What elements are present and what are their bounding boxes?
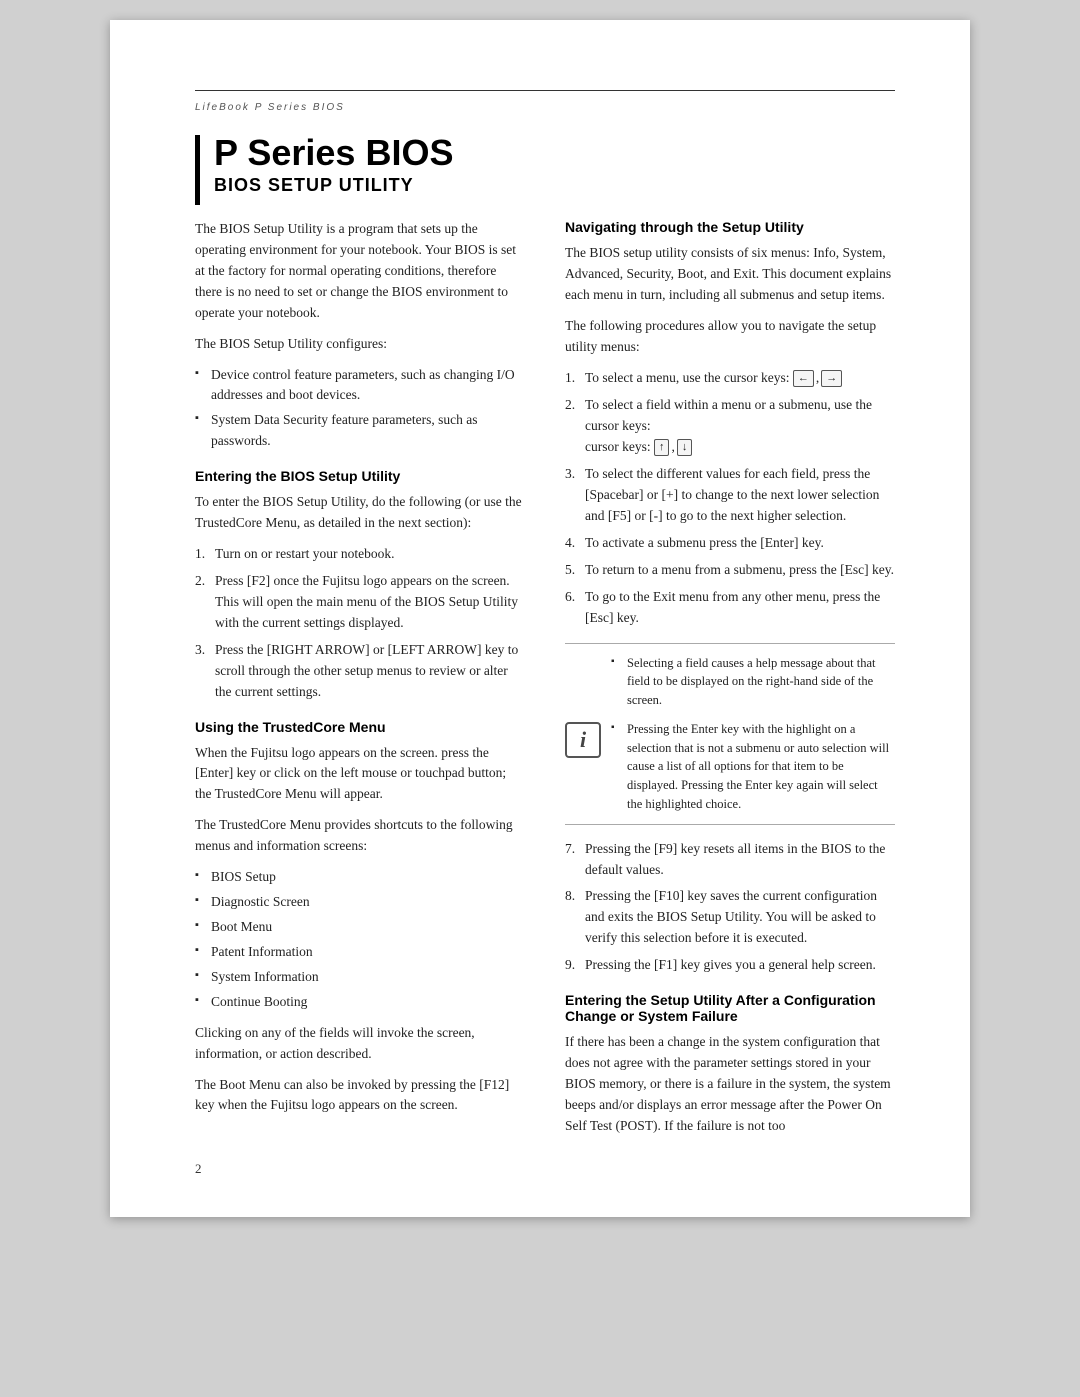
title-block: P Series BIOS BIOS SETUP UTILITY (214, 133, 453, 196)
navigating-steps: To select a menu, use the cursor keys: ←… (565, 368, 895, 629)
nav-step-3: To select the different values for each … (565, 464, 895, 527)
info-note-2: Pressing the Enter key with the highligh… (611, 720, 895, 814)
entering-bios-p1: To enter the BIOS Setup Utility, do the … (195, 492, 525, 534)
entering-bios-step-2: Press [F2] once the Fujitsu logo appears… (195, 571, 525, 634)
trustedcore-bullet-1: BIOS Setup (195, 867, 525, 888)
up-arrow-key: ↑ (654, 439, 670, 456)
nav-step-4: To activate a submenu press the [Enter] … (565, 533, 895, 554)
cursor-keys-up-down: ↑, ↓ (654, 437, 692, 458)
left-column: The BIOS Setup Utility is a program that… (195, 219, 525, 1147)
info-row-1: Selecting a field causes a help message … (565, 654, 895, 710)
entering-bios-steps: Turn on or restart your notebook. Press … (195, 544, 525, 702)
title-section: P Series BIOS BIOS SETUP UTILITY (195, 133, 895, 205)
trustedcore-p4: The Boot Menu can also be invoked by pre… (195, 1075, 525, 1117)
trustedcore-p3: Clicking on any of the fields will invok… (195, 1023, 525, 1065)
right-arrow-key: → (821, 370, 842, 387)
page-header: LifeBook P Series BIOS (195, 90, 895, 115)
entering-setup-p1: If there has been a change in the system… (565, 1032, 895, 1137)
navigating-p1: The BIOS setup utility consists of six m… (565, 243, 895, 306)
navigating-steps-continued: Pressing the [F9] key resets all items i… (565, 839, 895, 977)
entering-bios-step-3: Press the [RIGHT ARROW] or [LEFT ARROW] … (195, 640, 525, 703)
info-row-2: i Pressing the Enter key with the highli… (565, 720, 895, 814)
intro-bullet-1: Device control feature parameters, such … (195, 365, 525, 407)
nav-step-1: To select a menu, use the cursor keys: ←… (565, 368, 895, 389)
trustedcore-heading: Using the TrustedCore Menu (195, 719, 525, 735)
nav-step-7: Pressing the [F9] key resets all items i… (565, 839, 895, 881)
intro-p1: The BIOS Setup Utility is a program that… (195, 219, 525, 324)
trustedcore-bullet-6: Continue Booting (195, 992, 525, 1013)
navigating-p2: The following procedures allow you to na… (565, 316, 895, 358)
info-i-icon: i (565, 722, 601, 758)
sub-title: BIOS SETUP UTILITY (214, 175, 453, 196)
two-column-layout: The BIOS Setup Utility is a program that… (195, 219, 895, 1147)
info-notes-section: Selecting a field causes a help message … (565, 643, 895, 825)
info-note-1: Selecting a field causes a help message … (611, 654, 895, 710)
trustedcore-bullet-2: Diagnostic Screen (195, 892, 525, 913)
main-title: P Series BIOS (214, 133, 453, 173)
entering-bios-heading: Entering the BIOS Setup Utility (195, 468, 525, 484)
cursor-keys-left-right: ←, → (793, 368, 842, 389)
page: LifeBook P Series BIOS P Series BIOS BIO… (110, 20, 970, 1217)
nav-step-8: Pressing the [F10] key saves the current… (565, 886, 895, 949)
intro-bullet-2: System Data Security feature parameters,… (195, 410, 525, 452)
trustedcore-p2: The TrustedCore Menu provides shortcuts … (195, 815, 525, 857)
nav-step-2: To select a field within a menu or a sub… (565, 395, 895, 458)
header-label: LifeBook P Series BIOS (195, 102, 345, 113)
entering-bios-step-1: Turn on or restart your notebook. (195, 544, 525, 565)
trustedcore-bullet-3: Boot Menu (195, 917, 525, 938)
entering-setup-heading: Entering the Setup Utility After a Confi… (565, 992, 895, 1024)
trustedcore-p1: When the Fujitsu logo appears on the scr… (195, 743, 525, 806)
nav-step-9: Pressing the [F1] key gives you a genera… (565, 955, 895, 976)
intro-p2: The BIOS Setup Utility configures: (195, 334, 525, 355)
navigating-heading: Navigating through the Setup Utility (565, 219, 895, 235)
page-number: 2 (195, 1161, 202, 1177)
trustedcore-bullets: BIOS Setup Diagnostic Screen Boot Menu P… (195, 867, 525, 1013)
intro-bullets: Device control feature parameters, such … (195, 365, 525, 453)
nav-step-5: To return to a menu from a submenu, pres… (565, 560, 895, 581)
down-arrow-key: ↓ (677, 439, 693, 456)
left-arrow-key: ← (793, 370, 814, 387)
trustedcore-bullet-5: System Information (195, 967, 525, 988)
right-column: Navigating through the Setup Utility The… (565, 219, 895, 1147)
nav-step-6: To go to the Exit menu from any other me… (565, 587, 895, 629)
vertical-bar-decoration (195, 135, 200, 205)
trustedcore-bullet-4: Patent Information (195, 942, 525, 963)
